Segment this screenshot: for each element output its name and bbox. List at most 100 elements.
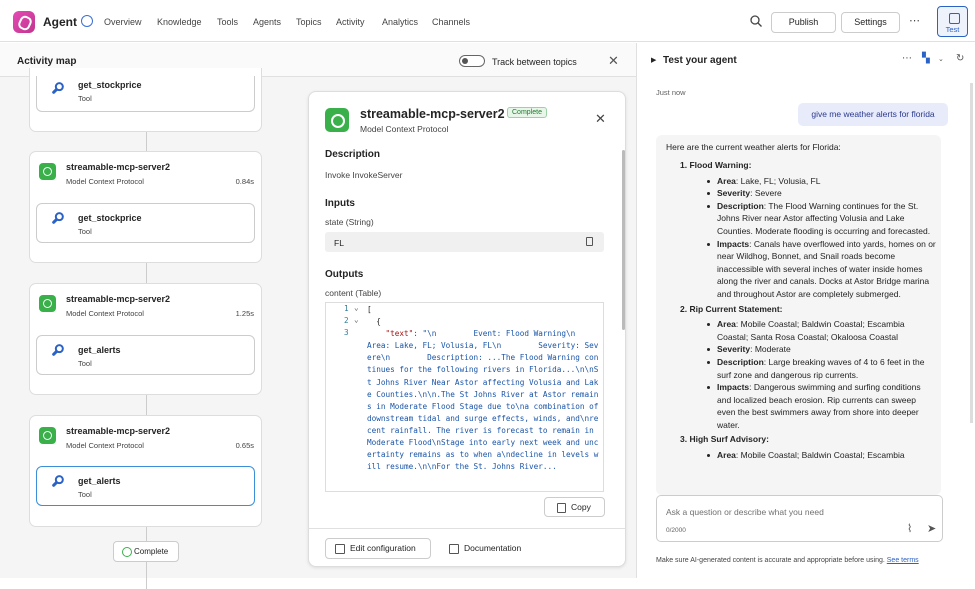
tool-name: get_stockprice — [78, 80, 142, 90]
wrench-icon — [51, 346, 62, 357]
inputs-heading: Inputs — [325, 198, 355, 209]
see-terms-link[interactable]: See terms — [887, 557, 919, 564]
tool-name: get_stockprice — [78, 213, 142, 223]
mcp-server-icon — [39, 427, 56, 444]
user-message: give me weather alerts for florida — [798, 103, 948, 126]
nav-analytics[interactable]: Analytics — [382, 17, 418, 27]
wrench-icon — [51, 84, 62, 95]
close-activity-map-icon[interactable]: ✕ — [608, 53, 619, 69]
alert-heading: 3. High Surf Advisory: — [680, 434, 769, 445]
alert-detail: Impacts: Canals have overflowed into yar… — [707, 238, 936, 299]
detail-scrollbar[interactable] — [622, 150, 625, 330]
map-icon[interactable]: ▚ — [922, 53, 930, 64]
alert-detail: Area: Mobile Coastal; Baldwin Coastal; E… — [707, 449, 936, 462]
character-count: 0/2000 — [666, 527, 686, 534]
description-text: Invoke InvokeServer — [325, 170, 403, 180]
activity-group: get_stockprice Tool — [29, 68, 262, 132]
chat-input-box[interactable]: Ask a question or describe what you need… — [656, 495, 943, 542]
app-name: Agent — [43, 15, 77, 29]
mcp-server-icon — [325, 108, 349, 132]
complete-node: Complete — [113, 541, 179, 562]
alert-heading: 1. Flood Warning: — [680, 160, 752, 170]
test-button[interactable]: Test — [937, 6, 968, 37]
edit-configuration-button[interactable]: Edit configuration — [325, 538, 431, 559]
tool-card[interactable]: get_stockprice Tool — [36, 76, 255, 112]
collapse-triangle-icon[interactable]: ▶ — [651, 56, 656, 64]
chat-scrollbar[interactable] — [970, 83, 973, 423]
tool-name: get_alerts — [78, 476, 121, 486]
chevron-down-icon[interactable]: ⌄ — [354, 315, 359, 324]
test-panel-header: ▶ Test your agent ⋯ ▚ ⌄ ↻ — [638, 43, 975, 77]
nav-activity[interactable]: Activity — [336, 17, 365, 27]
activity-group[interactable]: streamable-mcp-server2 Model Context Pro… — [29, 283, 262, 395]
nav-agents[interactable]: Agents — [253, 17, 281, 27]
code-brace: { — [367, 317, 381, 327]
group-name: streamable-mcp-server2 — [66, 426, 171, 436]
search-icon[interactable] — [750, 15, 762, 27]
outputs-heading: Outputs — [325, 269, 364, 280]
activity-group[interactable]: streamable-mcp-server2 Model Context Pro… — [29, 415, 262, 527]
tool-card[interactable]: get_alerts Tool — [36, 335, 255, 375]
nav-topics[interactable]: Topics — [296, 17, 322, 27]
mcp-server-icon — [39, 295, 56, 312]
alert-detail: Severity: Severe — [707, 187, 936, 200]
copy-button[interactable]: Copy — [544, 497, 605, 517]
alert-detail: Severity: Moderate — [707, 343, 936, 356]
agent-status-icon[interactable] — [81, 15, 93, 27]
activity-group[interactable]: streamable-mcp-server2 Model Context Pro… — [29, 151, 262, 263]
test-panel-title: Test your agent — [663, 55, 737, 66]
group-name: streamable-mcp-server2 — [66, 162, 171, 172]
test-agent-panel: ▶ Test your agent ⋯ ▚ ⌄ ↻ Just now give … — [638, 43, 975, 578]
close-detail-icon[interactable]: ✕ — [595, 111, 606, 127]
alert-item: 2. Rip Current Statement: Area: Mobile C… — [666, 303, 936, 432]
mcp-server-icon — [39, 163, 56, 180]
nav-knowledge[interactable]: Knowledge — [157, 17, 202, 27]
input-value: FL — [334, 238, 344, 248]
documentation-link[interactable]: Documentation — [439, 538, 534, 559]
line-number: 2 — [344, 316, 349, 325]
nav-overview[interactable]: Overview — [104, 17, 142, 27]
tool-card[interactable]: get_stockprice Tool — [36, 203, 255, 243]
tool-type: Tool — [78, 490, 92, 499]
top-bar: Agent Overview Knowledge Tools Agents To… — [0, 0, 975, 42]
more-options-icon[interactable]: ⋯ — [902, 53, 912, 64]
more-options-icon[interactable]: ⋯ — [909, 14, 920, 27]
group-duration: 0.84s — [235, 177, 254, 186]
code-content: [ { "text": "\n Event: Flood Warning\n A… — [367, 304, 599, 473]
wrench-icon — [51, 214, 62, 225]
chevron-down-icon[interactable]: ⌄ — [354, 303, 359, 312]
send-icon[interactable]: ➤ — [927, 522, 936, 535]
tool-card-selected[interactable]: get_alerts Tool — [36, 466, 255, 506]
alert-detail: Impacts: Dangerous swimming and surfing … — [707, 381, 936, 431]
track-topics-label: Track between topics — [492, 57, 577, 67]
tool-name: get_alerts — [78, 345, 121, 355]
alert-detail: Description: Large breaking waves of 4 t… — [707, 356, 936, 381]
attach-icon[interactable]: ⌇ — [907, 522, 912, 535]
group-duration: 1.25s — [235, 309, 254, 318]
line-number: 3 — [344, 328, 349, 337]
code-value: : "\n Event: Flood Warning\n Area: Lake,… — [367, 329, 599, 472]
track-topics-toggle[interactable] — [459, 55, 485, 67]
detail-subtitle: Model Context Protocol — [360, 124, 449, 134]
tool-type: Tool — [78, 94, 92, 103]
line-number: 1 — [344, 304, 349, 313]
activity-map-title: Activity map — [17, 56, 77, 67]
output-label: content (Table) — [325, 288, 382, 298]
tool-type: Tool — [78, 227, 92, 236]
publish-button[interactable]: Publish — [771, 12, 836, 33]
status-badge: Complete — [507, 107, 547, 118]
chevron-down-icon[interactable]: ⌄ — [938, 55, 944, 63]
settings-button[interactable]: Settings — [841, 12, 900, 33]
detail-footer-divider — [309, 528, 625, 529]
output-code-viewer[interactable]: 1 ⌄ 2 ⌄ 3 [ { "text": "\n Event: Flood War… — [325, 302, 604, 492]
chat-input-placeholder[interactable]: Ask a question or describe what you need — [666, 507, 824, 517]
description-heading: Description — [325, 149, 381, 160]
nav-channels[interactable]: Channels — [432, 17, 470, 27]
group-duration: 0.65s — [235, 441, 254, 450]
detail-title: streamable-mcp-server2 — [360, 107, 505, 121]
copy-icon[interactable] — [586, 237, 593, 246]
refresh-icon[interactable]: ↻ — [956, 53, 964, 64]
nav-tools[interactable]: Tools — [217, 17, 238, 27]
code-bracket: [ — [367, 305, 372, 314]
input-value-field[interactable]: FL — [325, 232, 604, 252]
